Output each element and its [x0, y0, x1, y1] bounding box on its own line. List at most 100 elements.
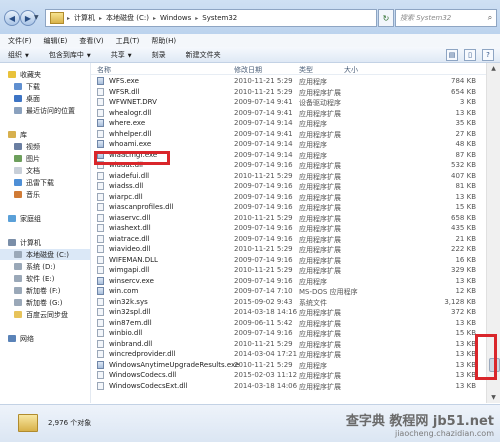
file-row[interactable]: wincredprovider.dll 2014-03-04 17:21 应用程序扩… [91, 349, 486, 360]
file-row[interactable]: winbio.dll 2009-07-14 9:16 应用程序扩展 15 KB [91, 328, 486, 339]
organize-button[interactable]: 组织 ▼ [8, 50, 29, 60]
file-size: 13 KB [455, 108, 476, 117]
file-row[interactable]: WindowsCodecsExt.dll 2014-03-18 14:06 应用程序… [91, 381, 486, 392]
file-size: 13 KB [455, 360, 476, 369]
nav-computer[interactable]: 计算机 [8, 237, 98, 248]
burn-button[interactable]: 刻录 [152, 50, 166, 60]
file-row[interactable]: win32spl.dll 2014-03-18 14:16 应用程序扩展 372 KB [91, 307, 486, 318]
file-row[interactable]: whoami.exe 2009-07-14 9:14 应用程序 48 KB [91, 139, 486, 150]
address-bar[interactable]: ▸ 计算机 ▸ 本地磁盘 (C:) ▸ Windows ▸ System32 [45, 9, 377, 27]
file-row[interactable]: wiascanprofiles.dll 2009-07-14 9:16 应用程序扩展… [91, 202, 486, 213]
scroll-down-icon[interactable]: ▼ [487, 392, 500, 403]
breadcrumb-drive-c[interactable]: 本地磁盘 (C:) [106, 13, 149, 23]
navigation-pane: 收藏夹 下载 桌面 最近访问的位置 库 视频 图片 文档 迅雷下载 音乐 家庭组… [0, 63, 91, 403]
nav-recent-label: 最近访问的位置 [26, 106, 75, 115]
file-type: 应用程序扩展 [299, 109, 341, 118]
menu-view[interactable]: 查看(V) [71, 36, 107, 46]
file-row[interactable]: wiatrace.dll 2009-07-14 9:16 应用程序扩展 21 KB [91, 234, 486, 245]
file-icon [97, 245, 104, 253]
file-row[interactable]: WFSR.dll 2010-11-21 5:29 应用程序扩展 654 KB [91, 87, 486, 98]
breadcrumb-computer[interactable]: 计算机 [74, 13, 95, 23]
file-date: 2010-11-21 5:29 [234, 87, 293, 96]
file-name: WFSR.dll [109, 87, 140, 96]
menu-edit[interactable]: 编辑(E) [36, 36, 72, 46]
chevron-right-icon[interactable]: ▸ [153, 15, 156, 22]
scroll-up-icon[interactable]: ▲ [487, 63, 500, 74]
search-input[interactable]: 搜索 System32 ⌕ [395, 9, 497, 27]
column-date[interactable]: 修改日期 [234, 65, 262, 75]
back-button[interactable]: ◀ [4, 10, 20, 26]
file-icon [97, 213, 104, 222]
breadcrumb-system32[interactable]: System32 [202, 14, 237, 22]
file-name: wiavideo.dll [109, 245, 151, 253]
file-type: 应用程序扩展 [299, 172, 341, 181]
nav-drive-c[interactable]: 本地磁盘 (C:) [0, 249, 90, 260]
file-row[interactable]: winbrand.dll 2010-11-21 5:29 应用程序扩展 13 KB [91, 339, 486, 350]
file-icon [97, 140, 104, 148]
file-row[interactable]: WindowsCodecs.dll 2015-02-03 11:12 应用程序扩展 1… [91, 370, 486, 381]
file-row[interactable]: winsercv.exe 2009-07-14 9:16 应用程序 13 KB [91, 276, 486, 287]
file-row[interactable]: win.com 2009-07-14 7:10 MS-DOS 应用程序 12 KB [91, 286, 486, 297]
homegroup-icon [8, 215, 16, 222]
include-in-library-button[interactable]: 包含到库中 ▼ [49, 50, 91, 60]
file-size: 35 KB [455, 119, 476, 127]
history-dropdown-icon[interactable]: ▼ [34, 14, 39, 21]
file-row[interactable]: wiarpc.dll 2009-07-14 9:16 应用程序扩展 13 KB [91, 192, 486, 203]
file-row[interactable]: WindowsAnytimeUpgradeResults.exe 2010-11-… [91, 360, 486, 371]
view-options-icon[interactable]: ▤ [446, 49, 458, 61]
recent-places-icon [14, 107, 22, 114]
column-type[interactable]: 类型 [299, 65, 313, 75]
file-row[interactable]: wiaservc.dll 2010-11-21 5:29 应用程序扩展 658 KB [91, 213, 486, 224]
file-date: 2009-07-14 9:16 [234, 276, 293, 285]
file-row[interactable]: WFS.exe 2010-11-21 5:29 应用程序 784 KB [91, 76, 486, 87]
nav-favorites[interactable]: 收藏夹 [8, 69, 98, 80]
nav-thunder-label: 迅雷下载 [26, 178, 54, 187]
share-button[interactable]: 共享 ▼ [111, 50, 132, 60]
file-icon [97, 119, 104, 127]
chevron-right-icon[interactable]: ▸ [67, 15, 70, 22]
menu-tools[interactable]: 工具(T) [108, 36, 144, 46]
file-icon [97, 77, 104, 85]
chevron-right-icon[interactable]: ▸ [195, 15, 198, 22]
network-icon [8, 335, 16, 342]
menu-help[interactable]: 帮助(H) [143, 36, 180, 46]
nav-network[interactable]: 网络 [8, 333, 98, 344]
file-row[interactable]: wiavideo.dll 2010-11-21 5:29 应用程序扩展 222 KB [91, 244, 486, 255]
column-size[interactable]: 大小 [344, 65, 358, 75]
file-row[interactable]: wiadss.dll 2009-07-14 9:16 应用程序扩展 81 KB [91, 181, 486, 192]
drive-icon [14, 263, 22, 270]
file-row[interactable]: where.exe 2009-07-14 9:14 应用程序 35 KB [91, 118, 486, 129]
file-type: 应用程序扩展 [299, 193, 341, 202]
preview-pane-icon[interactable]: ▯ [464, 49, 476, 61]
column-header: 名称 修改日期 类型 大小 [91, 63, 500, 75]
file-row[interactable]: whealogr.dll 2009-07-14 9:41 应用程序扩展 13 KB [91, 108, 486, 119]
file-row[interactable]: wiadefui.dll 2010-11-21 5:29 应用程序扩展 407 KB [91, 171, 486, 182]
breadcrumb-windows[interactable]: Windows [160, 14, 191, 22]
column-name[interactable]: 名称 [97, 65, 111, 75]
file-date: 2009-06-11 5:42 [234, 318, 293, 327]
organize-label: 组织 [8, 50, 22, 59]
file-size: 27 KB [455, 129, 476, 138]
menu-file[interactable]: 文件(F) [0, 36, 36, 46]
search-icon[interactable]: ⌕ [484, 13, 496, 23]
nav-homegroup[interactable]: 家庭组 [8, 213, 98, 224]
refresh-button[interactable]: ↻ [378, 9, 394, 27]
file-row[interactable]: WIFEMAN.DLL 2009-07-14 9:16 应用程序扩展 16 KB [91, 255, 486, 266]
help-icon[interactable]: ? [482, 49, 494, 61]
file-row[interactable]: wimgapi.dll 2010-11-21 5:29 应用程序扩展 329 KB [91, 265, 486, 276]
file-date: 2009-07-14 9:41 [234, 129, 293, 138]
new-folder-button[interactable]: 新建文件夹 [186, 50, 221, 60]
nav-drive-e-label: 软件 (E:) [26, 274, 55, 283]
file-size: 13 KB [455, 276, 476, 285]
computer-icon [8, 239, 16, 246]
file-row[interactable]: win87em.dll 2009-06-11 5:42 应用程序扩展 13 KB [91, 318, 486, 329]
file-row[interactable]: wiashext.dll 2009-07-14 9:16 应用程序扩展 435 KB [91, 223, 486, 234]
file-icon [97, 234, 104, 243]
file-row[interactable]: win32k.sys 2015-09-02 9:43 系统文件 3,128 KB [91, 297, 486, 308]
file-size: 13 KB [455, 339, 476, 348]
file-row[interactable]: whhelper.dll 2009-07-14 9:41 应用程序扩展 27 KB [91, 129, 486, 140]
nav-library[interactable]: 库 [8, 129, 98, 140]
chevron-right-icon[interactable]: ▸ [99, 15, 102, 22]
status-bar: 2,976 个对象 查字典 教程网 jb51.net jiaocheng.cha… [0, 404, 500, 442]
file-row[interactable]: WFWNET.DRV 2009-07-14 9:41 设备驱动程序 3 KB [91, 97, 486, 108]
